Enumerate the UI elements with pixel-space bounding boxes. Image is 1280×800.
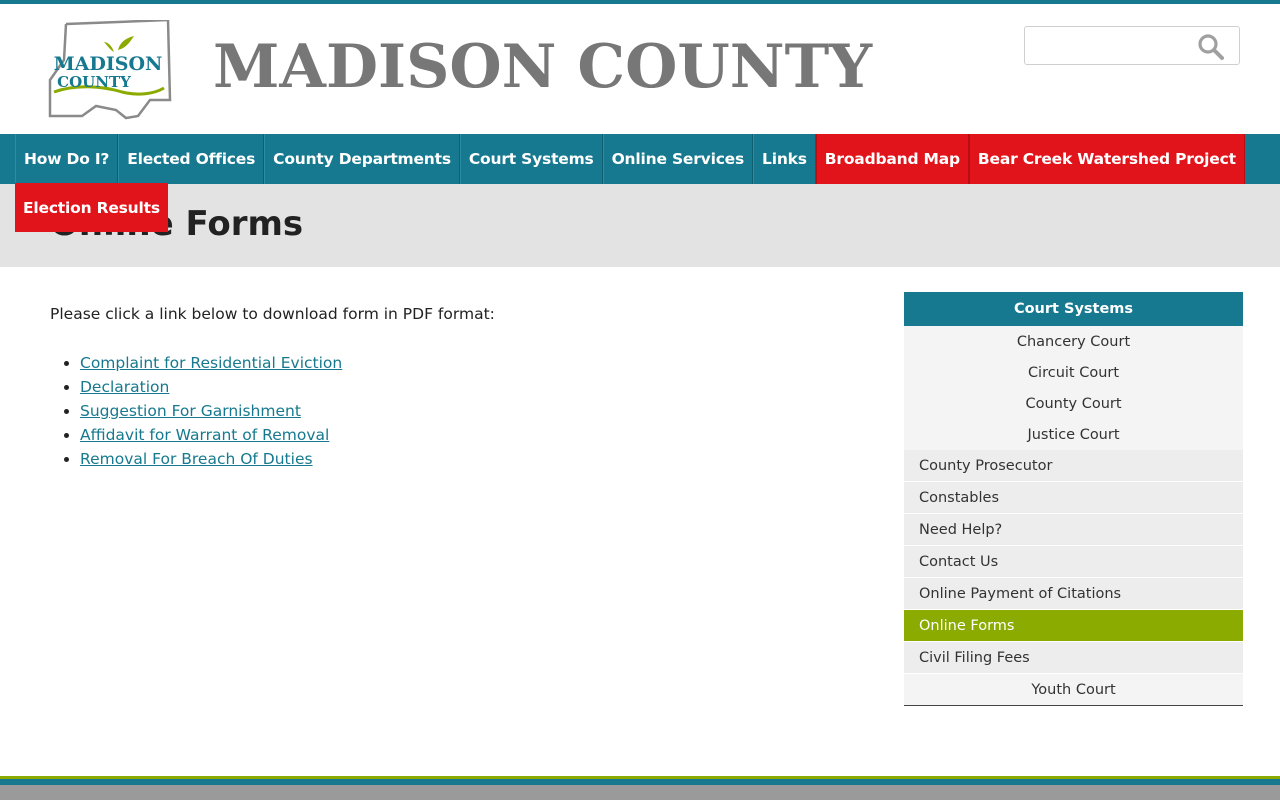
logo-line1: MADISON: [54, 53, 163, 75]
sidebar-header[interactable]: Court Systems: [904, 292, 1243, 326]
form-link[interactable]: Removal For Breach Of Duties: [80, 450, 313, 468]
sidebar-item-constables[interactable]: Constables: [904, 482, 1243, 514]
sidebar-subitem-chancery-court[interactable]: Chancery Court: [904, 326, 1243, 357]
list-item: Suggestion For Garnishment: [80, 399, 870, 423]
sidebar-item-county-prosecutor[interactable]: County Prosecutor: [904, 450, 1243, 482]
nav-item-county-departments[interactable]: County Departments: [264, 134, 460, 184]
sidebar-item-need-help[interactable]: Need Help?: [904, 514, 1243, 546]
county-logo[interactable]: MADISON COUNTY: [46, 18, 176, 122]
form-link[interactable]: Complaint for Residential Eviction: [80, 354, 342, 372]
sidebar-subitem-circuit-court[interactable]: Circuit Court: [904, 357, 1243, 388]
footer-bar: [0, 785, 1280, 800]
nav-item-online-services[interactable]: Online Services: [602, 134, 754, 184]
search-button[interactable]: [1197, 33, 1225, 61]
page-banner: Online Forms: [0, 184, 1280, 267]
site-title[interactable]: MADISON COUNTY: [213, 32, 872, 102]
forms-list: Complaint for Residential Eviction Decla…: [50, 351, 870, 471]
nav-item-election-results[interactable]: Election Results: [15, 183, 168, 232]
nav-item-how-do-i[interactable]: How Do I?: [15, 134, 119, 184]
sidebar-item-contact-us[interactable]: Contact Us: [904, 546, 1243, 578]
form-link[interactable]: Affidavit for Warrant of Removal: [80, 426, 329, 444]
list-item: Complaint for Residential Eviction: [80, 351, 870, 375]
list-item: Declaration: [80, 375, 870, 399]
nav-item-court-systems[interactable]: Court Systems: [459, 134, 603, 184]
form-link[interactable]: Declaration: [80, 378, 169, 396]
nav-item-links[interactable]: Links: [753, 134, 816, 184]
search-icon: [1198, 34, 1224, 60]
search-box: [1024, 26, 1240, 65]
site-header: MADISON COUNTY MADISON COUNTY: [0, 4, 1280, 134]
sidebar-item-online-forms[interactable]: Online Forms: [904, 610, 1243, 642]
nav-item-elected-offices[interactable]: Elected Offices: [118, 134, 265, 184]
sidebar-item-online-payment[interactable]: Online Payment of Citations: [904, 578, 1243, 610]
nav-item-broadband-map[interactable]: Broadband Map: [815, 134, 969, 184]
main-nav: How Do I? Elected Offices County Departm…: [0, 134, 1280, 184]
sidebar-item-civil-filing-fees[interactable]: Civil Filing Fees: [904, 642, 1243, 674]
form-link[interactable]: Suggestion For Garnishment: [80, 402, 301, 420]
sidebar-subitem-justice-court[interactable]: Justice Court: [904, 419, 1243, 450]
sidebar-nav: Court Systems Chancery Court Circuit Cou…: [904, 292, 1243, 706]
logo-line2: COUNTY: [57, 73, 131, 91]
list-item: Affidavit for Warrant of Removal: [80, 423, 870, 447]
main-nav-items: How Do I? Elected Offices County Departm…: [15, 134, 1245, 184]
list-item: Removal For Breach Of Duties: [80, 447, 870, 471]
county-outline-logo-icon: MADISON COUNTY: [48, 18, 172, 120]
search-input[interactable]: [1031, 32, 1191, 59]
main-content: Please click a link below to download fo…: [50, 303, 870, 471]
nav-item-bear-creek-watershed[interactable]: Bear Creek Watershed Project: [968, 134, 1245, 184]
intro-text: Please click a link below to download fo…: [50, 305, 495, 323]
sidebar-item-youth-court[interactable]: Youth Court: [904, 674, 1243, 706]
sidebar-subitem-county-court[interactable]: County Court: [904, 388, 1243, 419]
